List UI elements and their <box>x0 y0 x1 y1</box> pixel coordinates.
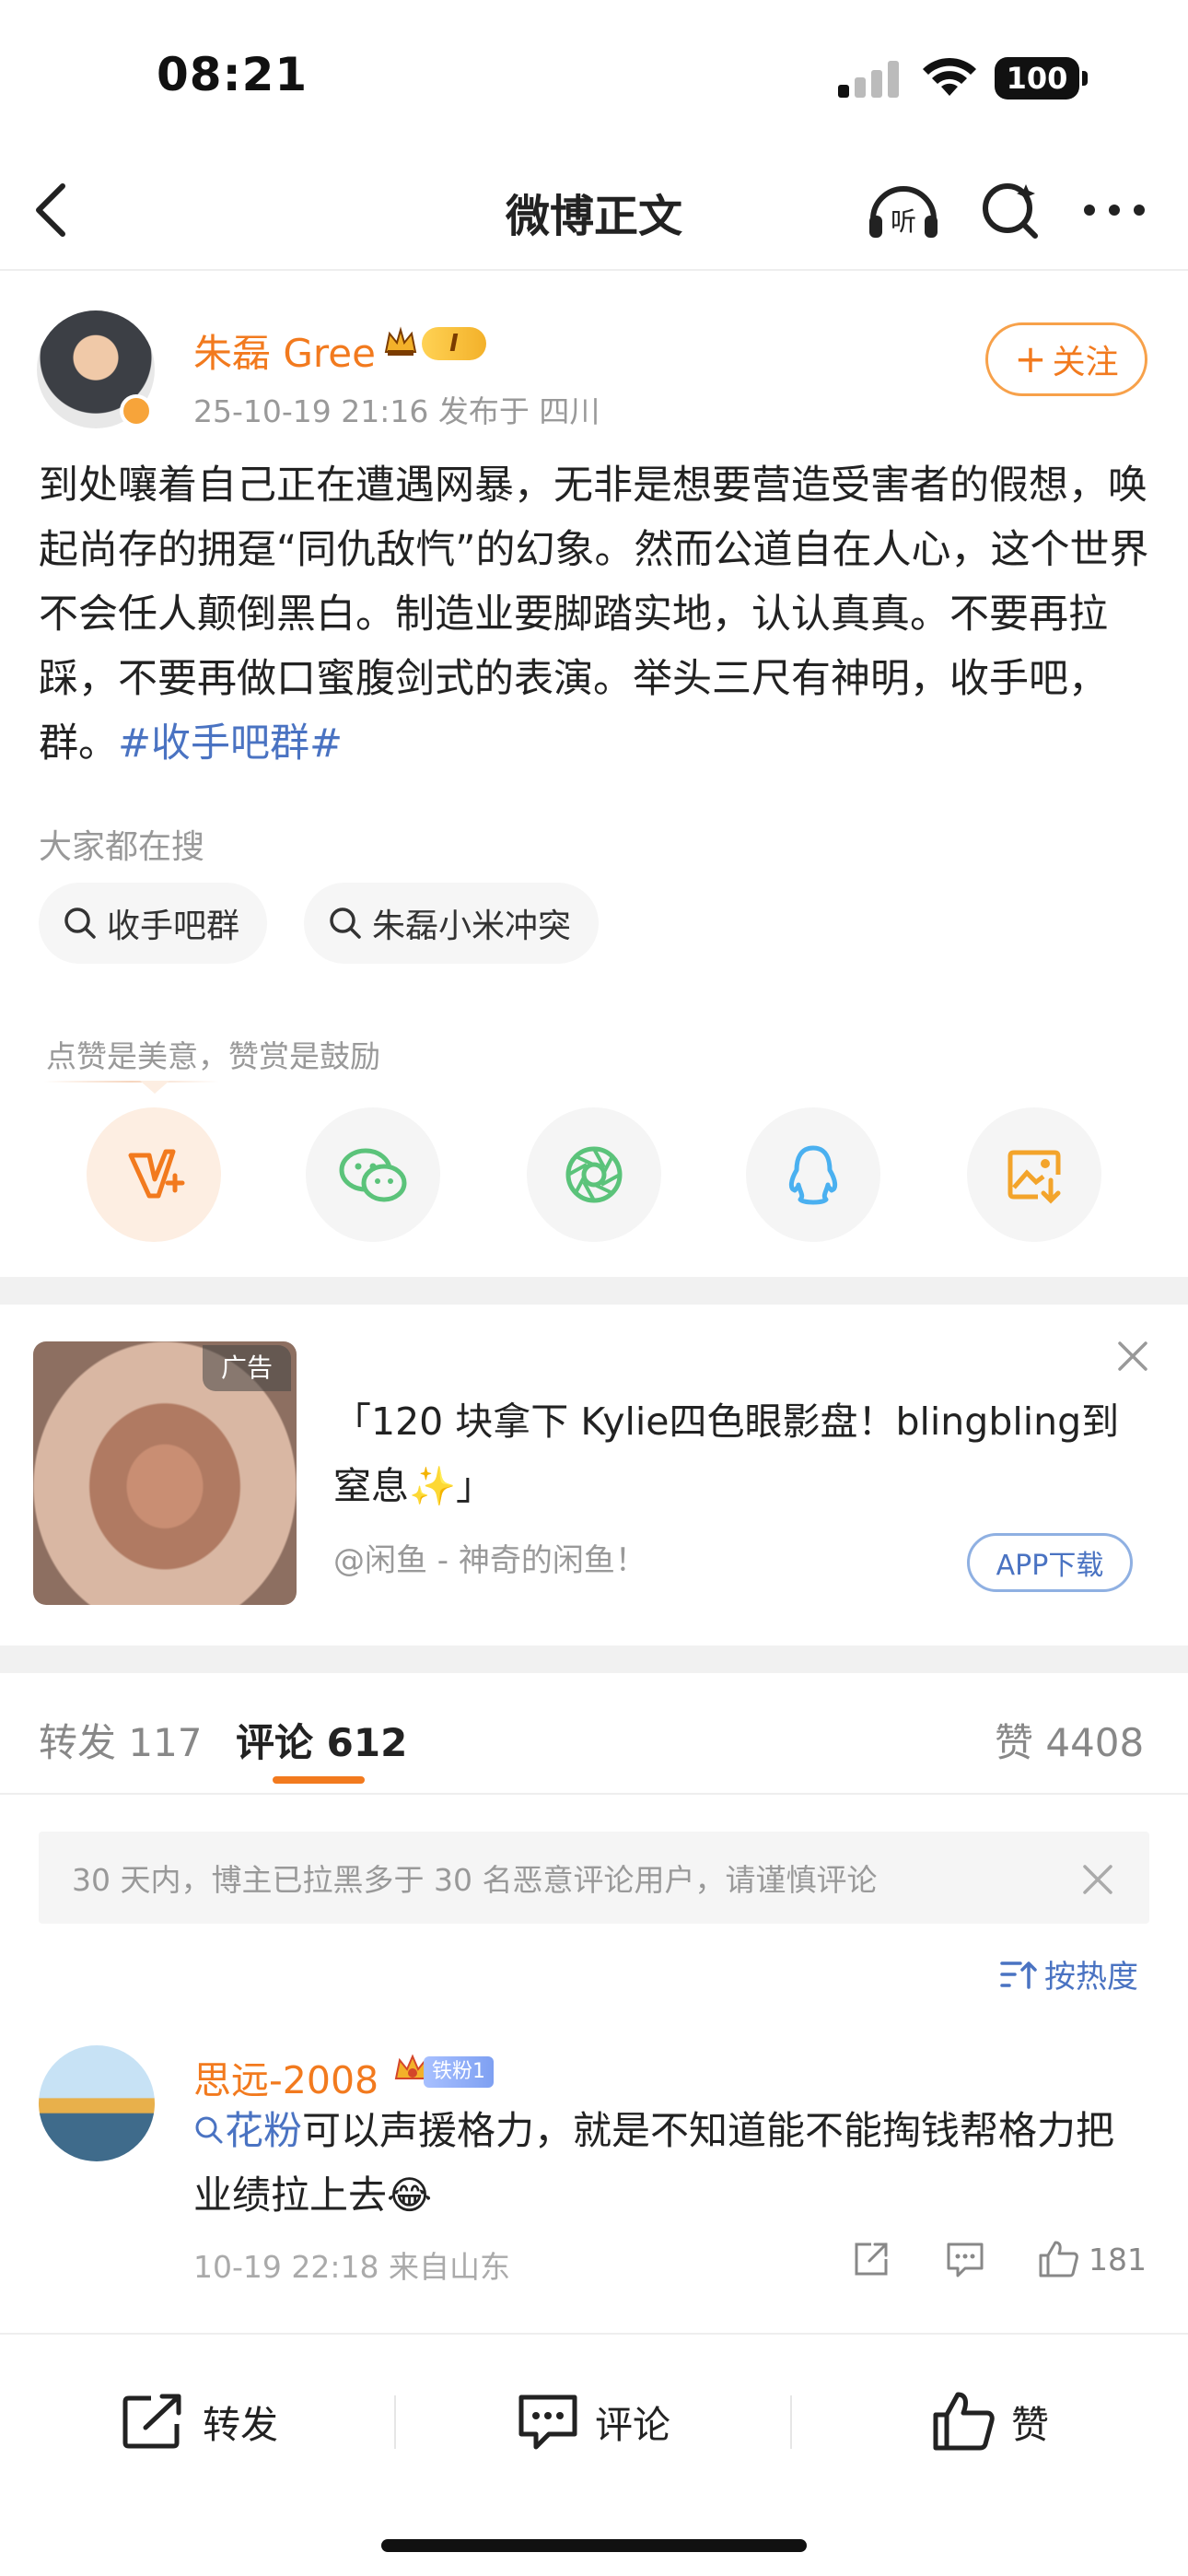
battery-icon: 100 <box>995 57 1088 100</box>
reward-arrow <box>140 1081 169 1094</box>
commenter-name[interactable]: 思远-2008 <box>193 2049 379 2104</box>
sort-label: 按热度 <box>1044 1959 1138 1996</box>
hashtag-link[interactable]: #收手吧群# <box>118 720 343 767</box>
comment-text: 花粉可以声援格力，就是不知道能不能掏钱帮格力把业绩拉上去😂 <box>193 2099 1151 2228</box>
follow-button[interactable]: + 关注 <box>985 322 1147 396</box>
trending-search-label: 大家都在搜 <box>39 828 205 866</box>
thumbs-up-icon <box>1039 2241 1078 2277</box>
headphones-icon: 听 <box>869 186 938 238</box>
comment-icon <box>947 2242 984 2277</box>
fan-badge[interactable]: 铁粉1 <box>424 2056 494 2088</box>
moments-icon <box>565 1146 623 1203</box>
tab-repost[interactable]: 转发 117 <box>39 1712 203 1768</box>
comment-share-button[interactable] <box>851 2239 891 2279</box>
follow-label: 关注 <box>1052 344 1119 381</box>
save-image-icon <box>1007 1150 1061 1204</box>
comment-reply-button[interactable] <box>945 2239 985 2279</box>
search-chip-label: 收手吧群 <box>107 907 240 945</box>
like-button[interactable]: 赞 <box>932 2384 1049 2458</box>
ad-title[interactable]: 「120 块拿下 Kylie四色眼影盘！blingbling到窒息✨」 <box>333 1389 1144 1518</box>
listen-button[interactable]: 听 <box>866 175 941 241</box>
save-image-button[interactable] <box>967 1107 1101 1242</box>
search-chip[interactable]: 收手吧群 <box>39 883 268 964</box>
nav-divider <box>0 269 1188 271</box>
search-chip-label: 朱磊小米冲突 <box>372 907 572 945</box>
share-qq-button[interactable] <box>746 1107 880 1242</box>
author-name[interactable]: 朱磊 Gree <box>193 322 376 379</box>
tab-comments[interactable]: 评论 612 <box>236 1712 407 1768</box>
svg-text:听: 听 <box>891 206 916 237</box>
notice-close-icon[interactable] <box>1079 1861 1116 1898</box>
ad-source: @闲鱼 - 神奇的闲鱼！ <box>333 1542 646 1579</box>
search-chip[interactable]: 朱磊小米冲突 <box>304 883 600 964</box>
commenter-avatar[interactable] <box>39 2045 155 2161</box>
section-divider <box>0 1645 1188 1673</box>
comment-like-button[interactable]: 181 <box>1037 2239 1147 2279</box>
repost-icon <box>122 2394 181 2449</box>
like-label: 赞 <box>1011 2403 1049 2447</box>
tabs-divider <box>0 1793 1188 1795</box>
search-icon <box>195 2116 223 2144</box>
vip-badge[interactable]: I <box>422 327 486 360</box>
share-moments-button[interactable] <box>527 1107 661 1242</box>
post-text: 到处嚷着自己正在遭遇网暴，无非是想要营造受害者的假想，唤起尚存的拥趸“同仇敌忾”… <box>39 453 1153 776</box>
verified-badge-icon <box>120 394 153 427</box>
home-indicator[interactable] <box>381 2539 807 2552</box>
active-tab-indicator <box>273 1776 365 1784</box>
comment-meta: 10-19 22:18 来自山东 <box>193 2249 510 2285</box>
search-icon <box>64 907 96 939</box>
crown-icon <box>384 326 417 356</box>
wechat-icon <box>339 1148 407 1202</box>
comment-button[interactable]: 评论 <box>518 2384 670 2458</box>
ad-close-icon[interactable] <box>1114 1338 1151 1375</box>
reward-button[interactable] <box>87 1107 221 1242</box>
reward-label: 点赞是美意，赞赏是鼓励 <box>46 1038 380 1074</box>
share-icon <box>855 2242 888 2276</box>
toolbar-divider <box>0 2333 1188 2335</box>
thumbs-up-icon <box>933 2392 995 2451</box>
post-meta: 25-10-19 21:16 发布于 四川 <box>193 393 600 429</box>
blacklist-notice: 30 天内，博主已拉黑多于 30 名恶意评论用户，请谨慎评论 <box>39 1832 1149 1924</box>
comment-icon <box>518 2395 577 2450</box>
plus-icon: + <box>1014 336 1047 381</box>
status-time: 08:21 <box>157 48 309 101</box>
reward-v-icon <box>128 1149 185 1199</box>
mention-link[interactable]: 花粉 <box>193 2108 302 2153</box>
toolbar-separator <box>790 2395 792 2449</box>
app-download-button[interactable]: APP下载 <box>967 1533 1133 1592</box>
tab-likes[interactable]: 赞 4408 <box>995 1712 1144 1768</box>
ad-tag: 广告 <box>203 1345 291 1391</box>
mention-label: 花粉 <box>225 2108 303 2153</box>
sort-by-hot-button[interactable]: 按热度 <box>1000 1951 1138 1996</box>
repost-label: 转发 <box>203 2403 278 2447</box>
comment-body: 可以声援格力，就是不知道能不能掏钱帮格力把业绩拉上去😂 <box>193 2108 1115 2218</box>
section-divider <box>0 1277 1188 1305</box>
comment-like-count: 181 <box>1089 2241 1147 2277</box>
reward-divider <box>44 1081 219 1083</box>
search-icon[interactable] <box>978 177 1042 241</box>
share-wechat-button[interactable] <box>306 1107 440 1242</box>
toolbar-separator <box>394 2395 396 2449</box>
wifi-icon <box>923 57 976 96</box>
more-icon[interactable] <box>1082 203 1147 217</box>
qq-icon <box>788 1145 838 1205</box>
cellular-signal-icon <box>838 61 901 98</box>
sort-icon <box>1000 1961 1037 1989</box>
repost-button[interactable]: 转发 <box>122 2384 278 2458</box>
comment-label: 评论 <box>595 2403 670 2447</box>
search-icon <box>330 907 361 939</box>
